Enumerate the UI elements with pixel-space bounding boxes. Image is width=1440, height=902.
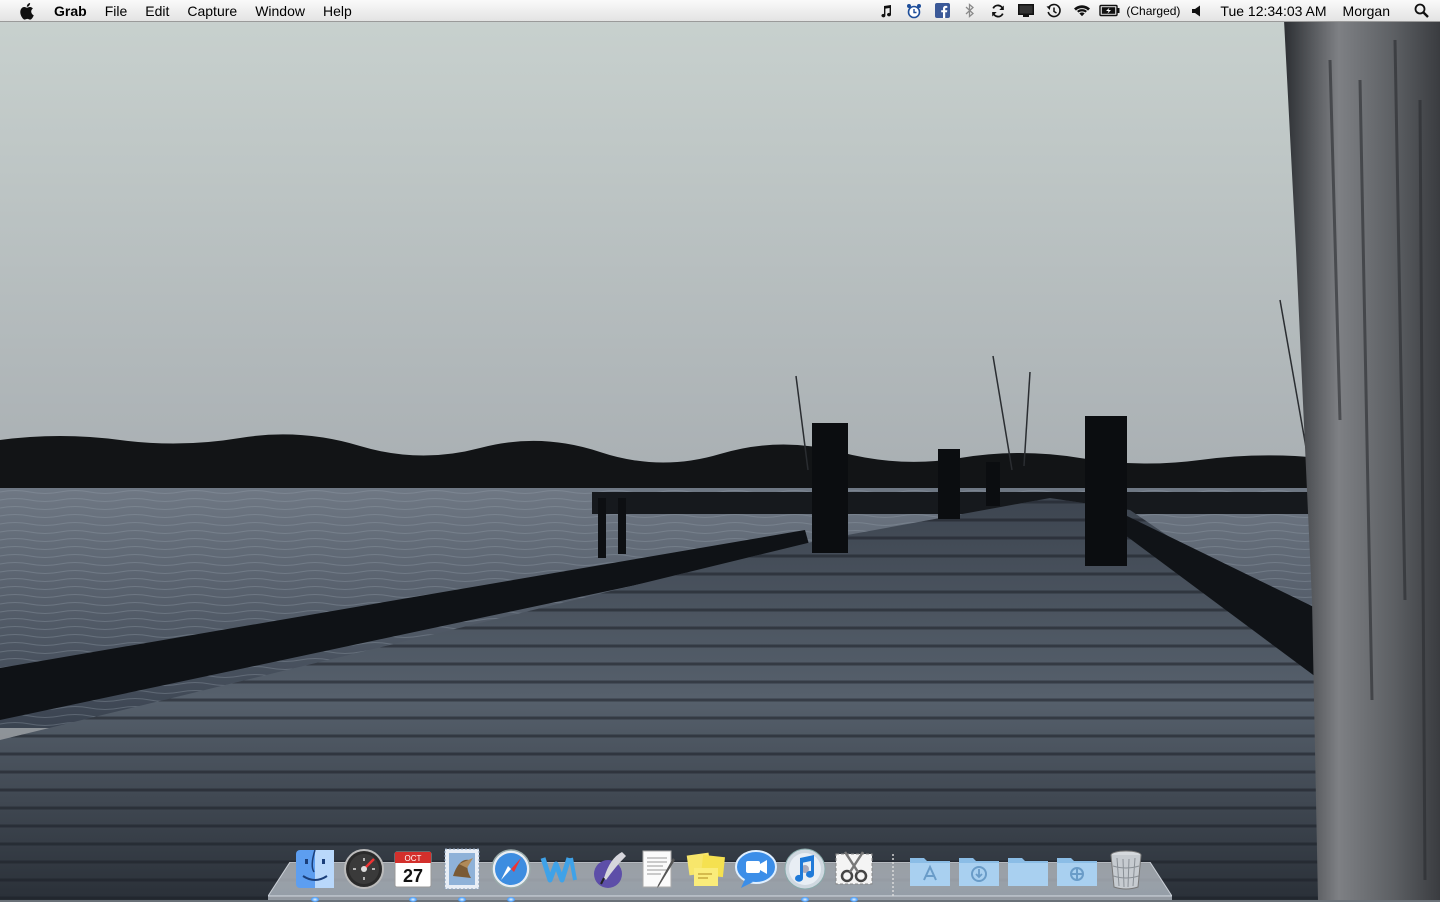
utilities-folder-icon <box>1056 858 1097 886</box>
menubar-clock[interactable]: Tue 12:34:03 AM <box>1220 3 1326 19</box>
grab-scissors-icon <box>835 851 872 885</box>
battery-icon[interactable] <box>1096 0 1124 22</box>
volume-icon[interactable] <box>1188 0 1206 22</box>
dock: OCT 27 <box>290 836 1150 902</box>
dock-ichat[interactable] <box>733 846 779 892</box>
itunes-disc-icon <box>784 848 825 890</box>
menu-capture[interactable]: Capture <box>178 0 246 22</box>
apple-menu-icon[interactable] <box>18 2 36 20</box>
documents-folder-icon <box>1007 858 1048 886</box>
dock-stack-downloads[interactable] <box>956 846 1002 892</box>
safari-compass-icon <box>490 849 531 889</box>
svg-text:OCT: OCT <box>404 854 421 863</box>
mail-stamp-icon <box>444 848 479 890</box>
video-chat-bubble-icon <box>734 850 777 888</box>
svg-text:27: 27 <box>402 866 422 886</box>
wifi-icon[interactable] <box>1068 0 1096 22</box>
dock-dashboard[interactable] <box>341 846 387 892</box>
time-machine-icon[interactable] <box>1040 0 1068 22</box>
dock-stack-documents[interactable] <box>1005 846 1051 892</box>
dock-grab[interactable] <box>831 846 877 902</box>
calendar-icon: OCT 27 <box>394 851 431 888</box>
dock-finder[interactable] <box>292 846 338 902</box>
dock-textedit[interactable] <box>635 846 681 892</box>
dock-stack-utilities[interactable] <box>1054 846 1100 892</box>
fast-user-switching-name[interactable]: Morgan <box>1343 3 1390 19</box>
alarm-clock-icon[interactable] <box>900 0 928 22</box>
bluetooth-icon[interactable] <box>956 0 984 22</box>
facebook-icon[interactable] <box>928 0 956 22</box>
spotlight-search-icon[interactable] <box>1408 0 1434 22</box>
app-menu-grab[interactable]: Grab <box>48 0 96 22</box>
dock-stack-applications[interactable] <box>907 846 953 892</box>
menu-edit[interactable]: Edit <box>136 0 178 22</box>
dock-quill-app[interactable] <box>586 846 632 892</box>
finder-icon <box>295 849 334 888</box>
dock-itunes[interactable] <box>782 846 828 902</box>
menu-window[interactable]: Window <box>246 0 314 22</box>
trash-can-icon <box>1110 850 1141 890</box>
battery-status-label: (Charged) <box>1126 3 1181 18</box>
quill-pen-icon <box>593 852 626 888</box>
applications-folder-icon <box>909 858 950 886</box>
dock-wunderlist[interactable] <box>537 846 583 892</box>
sync-icon[interactable] <box>984 0 1012 22</box>
downloads-folder-icon <box>958 858 999 886</box>
dock-safari[interactable] <box>488 846 534 902</box>
display-icon[interactable] <box>1012 0 1040 22</box>
menu-bar: Grab File Edit Capture Window Help (Char… <box>0 0 1440 22</box>
dock-stickies[interactable] <box>684 846 730 892</box>
desktop-wallpaper <box>0 0 1440 900</box>
document-pen-icon <box>642 850 675 888</box>
dashboard-icon <box>343 849 384 889</box>
itunes-note-icon[interactable] <box>872 0 900 22</box>
dock-separator <box>886 846 897 898</box>
dock-ical[interactable]: OCT 27 <box>390 846 436 902</box>
menu-help[interactable]: Help <box>314 0 361 22</box>
sticky-notes-icon <box>686 852 725 886</box>
dock-trash[interactable] <box>1103 846 1149 892</box>
w-letter-icon <box>540 857 577 883</box>
dock-mail[interactable] <box>439 846 485 902</box>
menu-file[interactable]: File <box>96 0 137 22</box>
